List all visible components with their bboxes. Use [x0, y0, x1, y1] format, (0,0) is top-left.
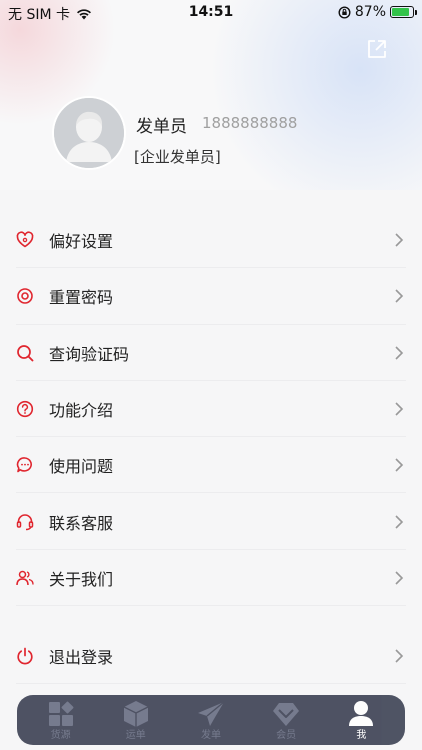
- settings-menu: 偏好设置 重置密码 查询验证码 功能介绍 使用问题 联系客服 关于我们: [0, 212, 422, 607]
- menu-item-label: 偏好设置: [49, 232, 114, 252]
- reset-ring-icon: [17, 288, 33, 305]
- status-bar: 无 SIM 卡 14:51 87%: [0, 0, 422, 24]
- chevron-right-icon: [395, 402, 404, 416]
- menu-item-label: 关于我们: [49, 569, 114, 589]
- orientation-lock-icon: [338, 5, 351, 19]
- chevron-right-icon: [395, 289, 404, 304]
- battery-percent: 87%: [354, 4, 386, 20]
- question-icon: [16, 400, 34, 418]
- user-name: 发单员: [136, 117, 187, 137]
- power-icon: [17, 647, 33, 665]
- menu-item-label: 联系客服: [49, 513, 114, 533]
- headset-icon: [16, 513, 34, 530]
- default-avatar-icon: [54, 98, 124, 168]
- tab-label: 会员: [276, 730, 297, 741]
- chevron-right-icon: [395, 515, 404, 529]
- tab-label: 我: [356, 730, 367, 741]
- menu-item-usage-questions[interactable]: 使用问题: [0, 437, 422, 494]
- chevron-right-icon: [395, 458, 404, 472]
- chevron-right-icon: [395, 571, 404, 585]
- menu-item-label: 查询验证码: [49, 344, 130, 364]
- diamond-icon: [273, 703, 300, 726]
- menu-item-features[interactable]: 功能介绍: [0, 381, 422, 438]
- menu-item-customer-service[interactable]: 联系客服: [0, 493, 422, 551]
- user-role: [企业发单员]: [134, 148, 221, 166]
- chevron-right-icon: [395, 649, 404, 663]
- avatar[interactable]: [54, 98, 124, 168]
- tab-send-order[interactable]: 发单: [181, 695, 241, 745]
- share-icon[interactable]: [366, 38, 388, 60]
- grid-icon: [48, 701, 74, 726]
- logout-button[interactable]: 退出登录: [0, 628, 422, 684]
- tab-label: 发单: [200, 730, 221, 741]
- status-right: 87%: [338, 4, 417, 20]
- logout-label: 退出登录: [49, 648, 114, 667]
- heart-settings-icon: [16, 231, 34, 248]
- person-icon: [349, 701, 374, 726]
- bottom-tab-bar: 货源 运单 发单 会员 我: [17, 695, 405, 745]
- menu-item-query-code[interactable]: 查询验证码: [0, 325, 422, 382]
- chevron-right-icon: [395, 233, 404, 247]
- user-phone: 1888888888: [202, 114, 298, 132]
- menu-item-reset-password[interactable]: 重置密码: [0, 268, 422, 325]
- menu-item-about-us[interactable]: 关于我们: [0, 550, 422, 607]
- menu-item-label: 功能介绍: [49, 401, 114, 421]
- tab-goods-source[interactable]: 货源: [31, 695, 91, 745]
- battery-icon: [390, 6, 417, 18]
- tab-membership[interactable]: 会员: [256, 695, 316, 745]
- box-icon: [123, 701, 149, 727]
- chat-bubble-icon: [16, 457, 32, 473]
- paper-plane-icon: [197, 701, 225, 726]
- menu-item-label: 使用问题: [49, 457, 114, 477]
- users-icon: [16, 570, 34, 585]
- tab-waybill[interactable]: 运单: [106, 695, 166, 745]
- chevron-right-icon: [395, 346, 404, 360]
- menu-item-preferences[interactable]: 偏好设置: [0, 212, 422, 269]
- tab-me[interactable]: 我: [331, 695, 391, 745]
- tab-label: 运单: [125, 730, 146, 741]
- search-icon: [17, 344, 34, 362]
- battery-level: [392, 8, 410, 16]
- menu-item-label: 重置密码: [49, 288, 114, 308]
- tab-label: 货源: [50, 730, 71, 741]
